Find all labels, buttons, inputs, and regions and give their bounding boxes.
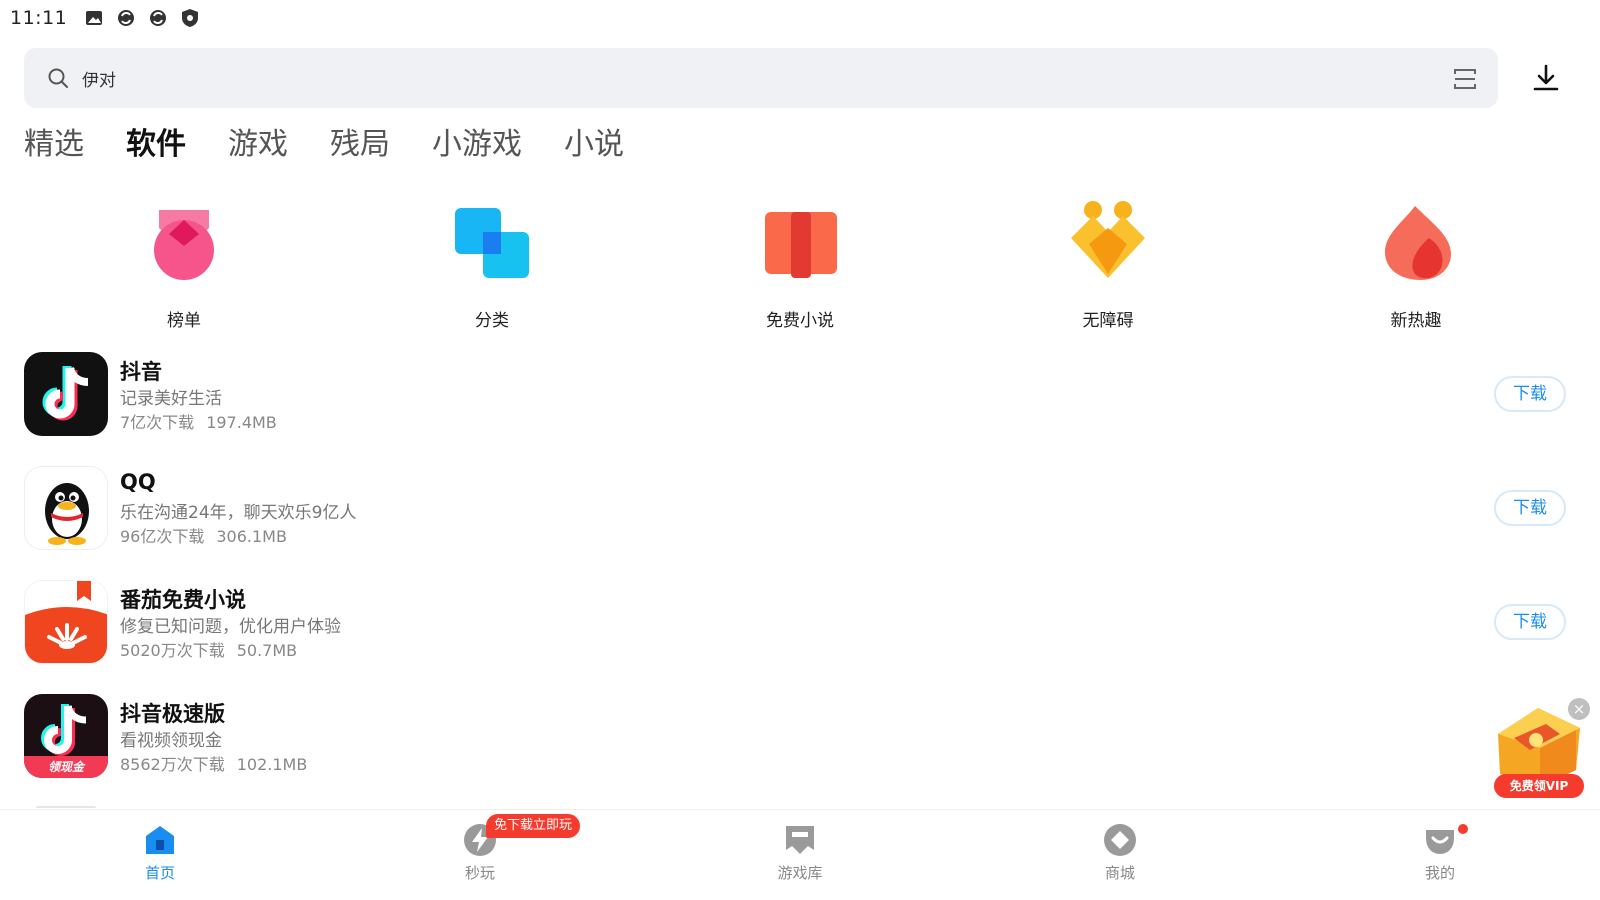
tab-games[interactable]: 游戏 xyxy=(228,122,288,168)
shield-icon xyxy=(179,7,201,29)
category-trending[interactable]: 新热趣 xyxy=(1316,198,1516,331)
category-free-novels[interactable]: 免费小说 xyxy=(700,198,900,331)
app-size: 197.4MB xyxy=(206,413,277,432)
nav-label: 首页 xyxy=(144,864,175,882)
tab-software[interactable]: 软件 xyxy=(126,122,186,168)
nav-profile[interactable]: 我的 xyxy=(1380,822,1500,883)
image-icon xyxy=(83,7,105,29)
status-bar: 11:11 xyxy=(0,0,1600,36)
app-list-item[interactable]: 番茄免费小说 修复已知问题，优化用户体验 5020万次下载 50.7MB 下载 xyxy=(24,580,1576,666)
profile-icon xyxy=(1422,822,1458,858)
app-downloads: 8562万次下载 xyxy=(120,755,225,774)
category-classification[interactable]: 分类 xyxy=(392,198,592,331)
app-size: 102.1MB xyxy=(236,755,308,774)
sync-icon xyxy=(115,7,137,29)
category-accessibility[interactable]: 无障碍 xyxy=(1008,198,1208,331)
nav-badge: 免下载立即玩 xyxy=(486,814,581,838)
category-label: 分类 xyxy=(475,311,509,331)
app-description: 乐在沟通24年，聊天欢乐9亿人 xyxy=(120,503,357,523)
tab-novels[interactable]: 小说 xyxy=(564,122,624,168)
app-icon-badge: 领现金 xyxy=(47,760,84,774)
douyin-icon[interactable] xyxy=(24,352,108,436)
app-meta: 96亿次下载 306.1MB xyxy=(120,523,287,547)
category-icon xyxy=(447,198,537,288)
notification-dot xyxy=(1458,824,1468,834)
nav-label: 我的 xyxy=(1424,864,1455,882)
diamond-icon xyxy=(1102,822,1138,858)
app-description: 看视频领现金 xyxy=(120,731,222,751)
scan-icon[interactable] xyxy=(1452,66,1478,92)
tab-mini-games[interactable]: 小游戏 xyxy=(432,122,522,168)
category-label: 新热趣 xyxy=(1390,311,1442,331)
category-rankings[interactable]: 榜单 xyxy=(84,198,284,331)
app-list-item[interactable]: 抖音 记录美好生活 7亿次下载 197.4MB 下载 xyxy=(24,352,1576,438)
category-label: 榜单 xyxy=(167,311,201,331)
qq-penguin-icon[interactable] xyxy=(24,466,108,550)
home-icon xyxy=(142,822,178,858)
app-downloads: 7亿次下载 xyxy=(120,413,195,432)
app-size: 50.7MB xyxy=(236,641,298,660)
app-downloads: 96亿次下载 xyxy=(120,527,205,546)
tab-featured[interactable]: 精选 xyxy=(24,122,84,168)
category-label: 免费小说 xyxy=(766,311,834,331)
status-time: 11:11 xyxy=(10,7,68,29)
medal-icon xyxy=(139,198,229,288)
app-meta: 8562万次下载 102.1MB xyxy=(120,751,307,775)
nav-label: 游戏库 xyxy=(777,864,823,882)
flame-icon xyxy=(1371,198,1461,288)
app-size: 306.1MB xyxy=(216,527,287,546)
book-icon xyxy=(755,198,845,288)
download-icon[interactable] xyxy=(1530,62,1562,94)
download-button[interactable]: 下载 xyxy=(1494,376,1566,412)
nav-label: 秒玩 xyxy=(464,864,495,882)
download-button[interactable]: 下载 xyxy=(1494,604,1566,640)
app-name: 番茄免费小说 xyxy=(120,588,246,612)
app-description: 修复已知问题，优化用户体验 xyxy=(120,617,341,637)
search-input[interactable]: 伊对 xyxy=(82,66,116,91)
heart-hands-icon xyxy=(1063,198,1153,288)
nav-game-library[interactable]: 游戏库 xyxy=(740,822,860,883)
download-button[interactable]: 下载 xyxy=(1494,490,1566,526)
close-icon[interactable]: × xyxy=(1568,698,1590,720)
nav-label: 商城 xyxy=(1104,864,1135,882)
app-name: QQ xyxy=(120,470,156,494)
app-meta: 5020万次下载 50.7MB xyxy=(120,637,297,661)
category-label: 无障碍 xyxy=(1082,311,1134,331)
app-name: 抖音 xyxy=(120,360,162,384)
search-bar[interactable]: 伊对 xyxy=(24,48,1498,108)
tab-endgame[interactable]: 残局 xyxy=(330,122,390,168)
tomato-icon[interactable] xyxy=(24,580,108,664)
app-list-item[interactable]: 领现金 抖音极速版 看视频领现金 8562万次下载 102.1MB xyxy=(24,694,1576,780)
search-icon xyxy=(46,66,70,90)
app-list-item[interactable]: QQ 乐在沟通24年，聊天欢乐9亿人 96亿次下载 306.1MB 下载 xyxy=(24,466,1576,552)
nav-home[interactable]: 首页 xyxy=(100,822,220,883)
app-description: 记录美好生活 xyxy=(120,389,222,409)
app-meta: 7亿次下载 197.4MB xyxy=(120,409,277,433)
free-vip-label[interactable]: 免费领VIP xyxy=(1494,774,1584,798)
bookmark-icon xyxy=(782,822,818,858)
bottom-nav: 首页 秒玩 游戏库 商城 我的 免下载立即玩 xyxy=(0,810,1600,900)
tab-bar: 精选 软件 游戏 残局 小游戏 小说 xyxy=(24,122,666,168)
nav-store[interactable]: 商城 xyxy=(1060,822,1180,883)
app-downloads: 5020万次下载 xyxy=(120,641,225,660)
app-name: 抖音极速版 xyxy=(120,702,225,726)
sync-icon xyxy=(147,7,169,29)
